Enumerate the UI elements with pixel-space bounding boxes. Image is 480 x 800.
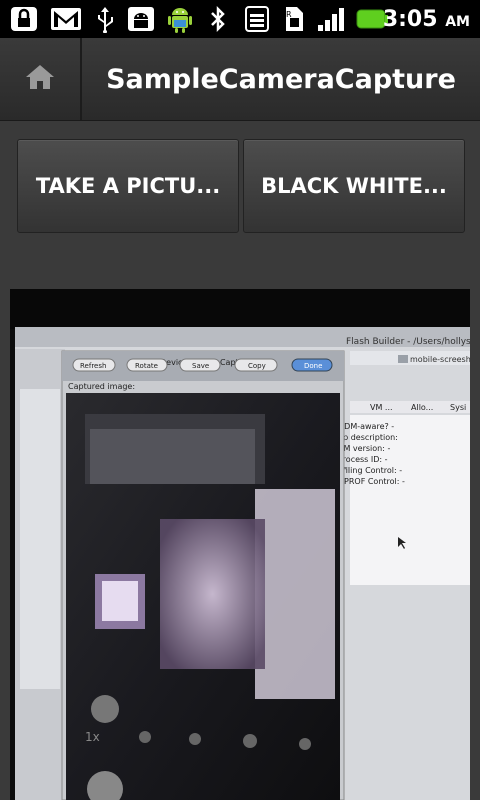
captured-image-label: Captured image: xyxy=(68,382,135,391)
bg-info-5: ofiling Control: - xyxy=(338,466,402,475)
app-title: SampleCameraCapture xyxy=(106,63,456,95)
bg-info-3: VM version: - xyxy=(338,444,390,453)
bg-info-1: DDM-aware? - xyxy=(338,422,394,431)
dialog-rotate: Rotate xyxy=(135,362,158,370)
bg-app-title: Flash Builder - /Users/hollyschin xyxy=(346,337,470,347)
dialog-copy: Copy xyxy=(248,362,266,370)
dialog-save: Save xyxy=(192,362,209,370)
dialog-buttons: Refresh Rotate Save Copy Done xyxy=(72,358,333,372)
status-bar: R 3:05 AM xyxy=(0,0,480,38)
take-picture-button[interactable]: TAKE A PICTU... xyxy=(17,139,239,233)
signal-icon xyxy=(315,5,349,33)
dialog-refresh: Refresh xyxy=(80,362,106,370)
gmail-icon xyxy=(48,5,84,33)
captured-photo: Flash Builder - /Users/hollyschin mobile… xyxy=(10,289,470,800)
home-button[interactable] xyxy=(0,38,82,120)
dialog-done: Done xyxy=(304,362,322,370)
android-market-icon xyxy=(162,5,198,33)
app-title-bar: SampleCameraCapture xyxy=(0,38,480,121)
bg-info-4: Process ID: - xyxy=(338,455,388,464)
bg-col-2: Allo... xyxy=(411,403,433,412)
bg-info-2: pp description: xyxy=(338,433,398,442)
svg-text:R: R xyxy=(286,10,292,19)
black-white-button[interactable]: BLACK WHITE... xyxy=(243,139,465,233)
bg-col-3: Sysi xyxy=(450,403,466,412)
android-debug-icon xyxy=(125,5,157,33)
zoom-label: 1x xyxy=(85,730,100,744)
bluetooth-icon xyxy=(205,5,231,33)
sim-card-icon: R xyxy=(280,5,308,33)
bg-info-6: HPROF Control: - xyxy=(338,477,405,486)
bg-col-1: VM ... xyxy=(370,403,393,412)
bg-folder: mobile-screesh xyxy=(410,355,470,364)
home-icon xyxy=(23,62,57,96)
clock: 3:05 AM xyxy=(382,7,470,32)
usb-icon xyxy=(90,5,120,33)
lock-notification-icon xyxy=(6,5,42,33)
captured-photo-image: Flash Builder - /Users/hollyschin mobile… xyxy=(10,289,470,800)
wifi-icon xyxy=(243,5,271,33)
